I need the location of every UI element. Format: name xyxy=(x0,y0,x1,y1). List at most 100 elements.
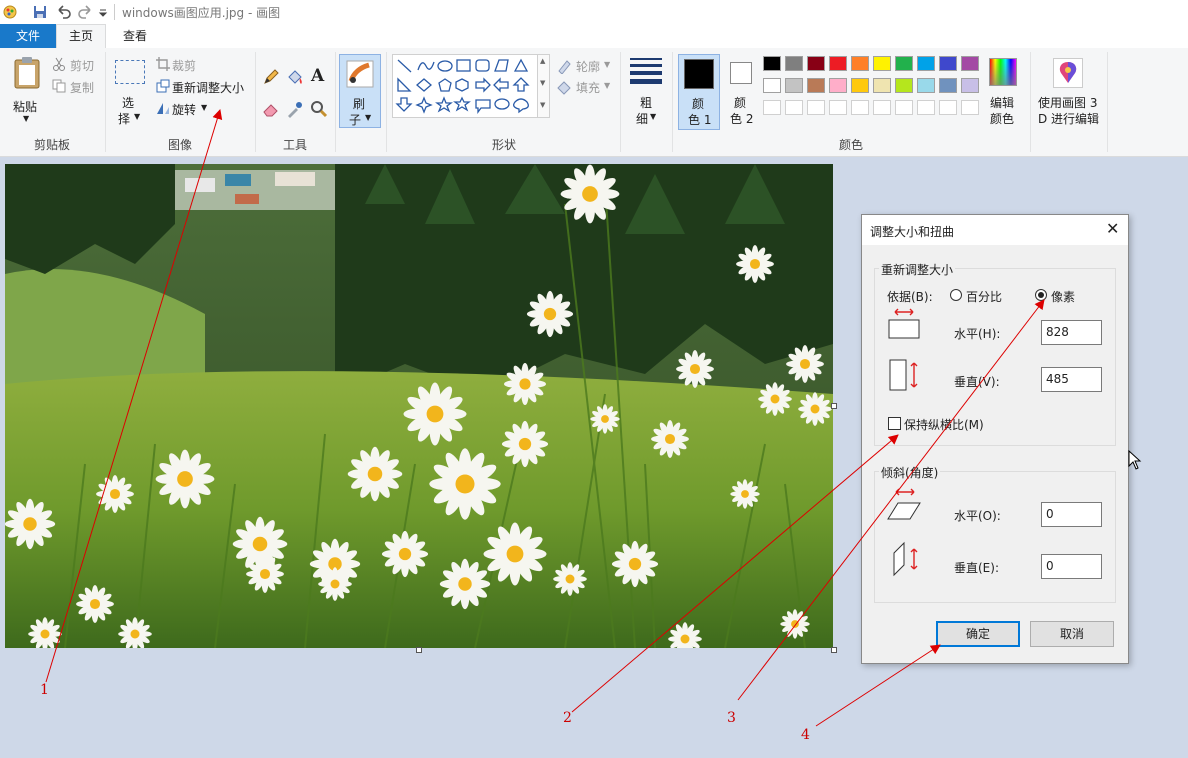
paste-button[interactable]: 粘贴 ▼ xyxy=(6,52,46,130)
palette-swatch[interactable] xyxy=(961,78,979,93)
redo-icon[interactable] xyxy=(78,4,94,20)
image-group-label: 图像 xyxy=(167,138,192,152)
select-label-bottom: 择 xyxy=(118,112,131,126)
mouse-cursor-icon xyxy=(1128,450,1142,470)
resize-handle-corner[interactable] xyxy=(831,647,837,653)
divider xyxy=(620,52,621,152)
text-tool-icon[interactable]: A xyxy=(311,66,324,86)
tab-view[interactable]: 查看 xyxy=(112,24,158,48)
colors-group-label: 颜色 xyxy=(838,138,863,152)
customize-toolbar-icon[interactable] xyxy=(98,4,108,20)
palette-swatch[interactable] xyxy=(873,56,891,71)
brushes-label-bottom: 子 xyxy=(349,113,362,127)
pixels-label: 像素 xyxy=(1051,290,1076,304)
palette-swatch[interactable] xyxy=(939,100,957,115)
palette-swatch[interactable] xyxy=(851,56,869,71)
canvas-image[interactable] xyxy=(5,164,833,648)
crop-button[interactable]: 裁剪 xyxy=(172,57,196,74)
palette-swatch[interactable] xyxy=(785,56,803,71)
palette-swatch[interactable] xyxy=(763,78,781,93)
palette-swatch[interactable] xyxy=(785,78,803,93)
palette-swatch[interactable] xyxy=(961,100,979,115)
pencil-icon[interactable] xyxy=(262,68,280,86)
edit-colors-button[interactable]: 编辑 颜色 xyxy=(986,54,1022,130)
color1-label-top: 颜 xyxy=(692,97,705,111)
select-button[interactable]: 选 择 ▼ xyxy=(112,56,148,128)
size-button[interactable]: 粗 细 ▼ xyxy=(626,54,666,130)
cancel-button[interactable]: 取消 xyxy=(1030,621,1114,647)
resize-handle-right[interactable] xyxy=(831,403,837,409)
resize-button[interactable]: 重新调整大小 xyxy=(172,79,244,96)
close-icon[interactable]: ✕ xyxy=(1106,219,1119,238)
percent-radio[interactable] xyxy=(950,289,962,301)
chevron-down-icon: ▼ xyxy=(365,113,372,122)
palette-swatch[interactable] xyxy=(807,56,825,71)
color1-button[interactable]: 颜 色 1 xyxy=(678,54,720,130)
dialog-title: 调整大小和扭曲 xyxy=(870,225,955,239)
divider xyxy=(1030,52,1031,152)
divider xyxy=(672,52,673,152)
ok-button[interactable]: 确定 xyxy=(936,621,1020,647)
palette-swatch[interactable] xyxy=(917,56,935,71)
horizontal-skew-icon xyxy=(887,488,921,520)
outline-button[interactable]: 轮廓 xyxy=(576,58,600,75)
gallery-up-icon[interactable]: ▲ xyxy=(540,57,545,65)
color2-button[interactable]: 颜 色 2 xyxy=(724,54,760,130)
palette-swatch[interactable] xyxy=(873,78,891,93)
chevron-down-icon: ▼ xyxy=(201,103,208,112)
palette-swatch[interactable] xyxy=(851,100,869,115)
skew-horizontal-input[interactable]: 0 xyxy=(1041,502,1102,527)
palette-swatch[interactable] xyxy=(829,100,847,115)
palette-swatch[interactable] xyxy=(829,56,847,71)
palette-swatch[interactable] xyxy=(807,78,825,93)
skew-vertical-input[interactable]: 0 xyxy=(1041,554,1102,579)
paint3d-label-top: 使用画图 3 xyxy=(1038,96,1098,110)
shapes-gallery[interactable]: ▲ xyxy=(392,54,547,118)
resize-handle-bottom[interactable] xyxy=(416,647,422,653)
shapes-gallery-scrollbar[interactable]: ▲ ▼ ▼ xyxy=(538,54,550,118)
copy-icon xyxy=(52,79,66,93)
paste-label: 粘贴 xyxy=(13,100,38,114)
color-picker-icon[interactable] xyxy=(286,100,304,118)
keep-ratio-checkbox[interactable] xyxy=(888,417,901,430)
fill-button[interactable]: 填充 xyxy=(576,79,600,96)
undo-icon[interactable] xyxy=(55,4,71,20)
palette-swatch[interactable] xyxy=(895,78,913,93)
annotation-2: 2 xyxy=(563,710,572,726)
horizontal-input[interactable]: 828 xyxy=(1041,320,1102,345)
save-icon[interactable] xyxy=(32,4,48,20)
palette-swatch[interactable] xyxy=(939,56,957,71)
edit-colors-label-bottom: 颜色 xyxy=(990,112,1015,126)
paint3d-button[interactable]: 使用画图 3 D 进行编辑 xyxy=(1034,54,1104,130)
color2-swatch xyxy=(730,62,752,84)
palette-swatch[interactable] xyxy=(895,100,913,115)
gallery-down-icon[interactable]: ▼ xyxy=(540,79,545,87)
palette-swatch[interactable] xyxy=(961,56,979,71)
palette-swatch[interactable] xyxy=(895,56,913,71)
magnifier-icon[interactable] xyxy=(310,100,328,118)
eraser-icon[interactable] xyxy=(262,100,280,118)
tab-file[interactable]: 文件 xyxy=(0,24,56,48)
skew-vertical-label: 垂直(E): xyxy=(954,561,999,575)
fill-bucket-icon[interactable] xyxy=(286,68,304,86)
clipboard-group-label: 剪贴板 xyxy=(33,138,70,152)
gallery-expand-icon[interactable]: ▼ xyxy=(540,101,545,109)
copy-button[interactable]: 复制 xyxy=(70,79,94,96)
shapes-group-label: 形状 xyxy=(491,138,516,152)
palette-swatch[interactable] xyxy=(807,100,825,115)
brushes-button[interactable]: 刷 子 ▼ xyxy=(339,54,381,128)
tab-home[interactable]: 主页 xyxy=(56,24,106,48)
palette-swatch[interactable] xyxy=(851,78,869,93)
palette-swatch[interactable] xyxy=(763,100,781,115)
rotate-button[interactable]: 旋转 xyxy=(172,101,196,118)
cut-button[interactable]: 剪切 xyxy=(70,57,94,74)
vertical-input[interactable]: 485 xyxy=(1041,367,1102,392)
palette-swatch[interactable] xyxy=(763,56,781,71)
palette-swatch[interactable] xyxy=(917,78,935,93)
palette-swatch[interactable] xyxy=(829,78,847,93)
palette-swatch[interactable] xyxy=(785,100,803,115)
palette-swatch[interactable] xyxy=(939,78,957,93)
palette-swatch[interactable] xyxy=(917,100,935,115)
pixels-radio[interactable] xyxy=(1035,289,1047,301)
palette-swatch[interactable] xyxy=(873,100,891,115)
